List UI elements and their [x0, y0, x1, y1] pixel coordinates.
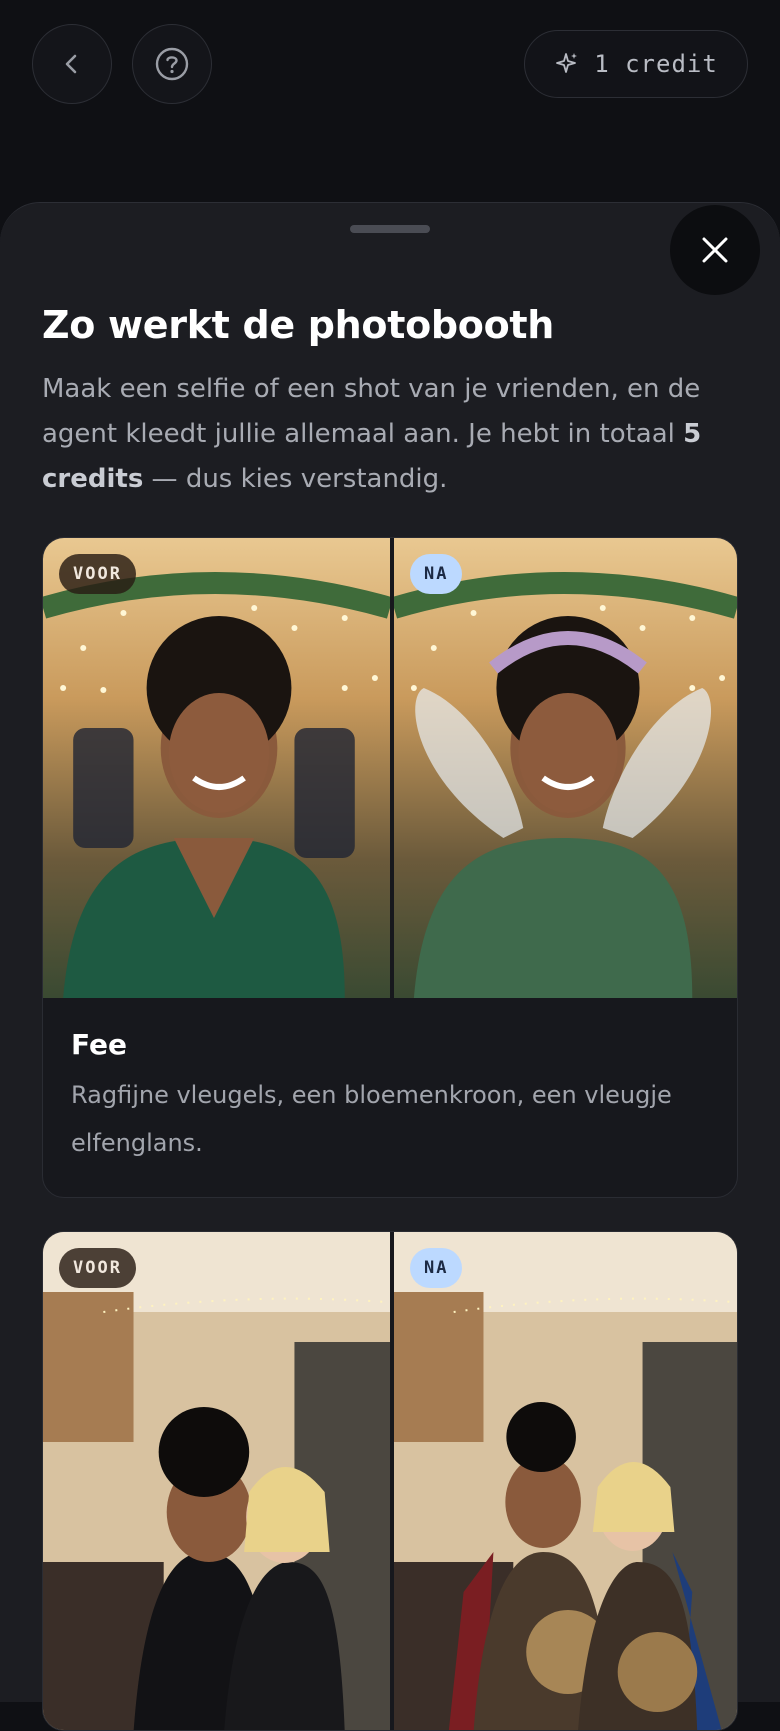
card-description: Ragfijne vleugels, een bloemenkroon, een… [71, 1081, 672, 1157]
credit-label: 1 credit [594, 50, 718, 78]
back-button[interactable] [32, 24, 112, 104]
after-photo: NA [390, 1232, 737, 1730]
after-badge: NA [410, 1248, 463, 1288]
after-photo: NA [390, 538, 737, 998]
before-badge: VOOR [59, 1248, 136, 1288]
example-card-2: VOOR NA [42, 1231, 738, 1731]
after-badge: NA [410, 554, 463, 594]
card-title: Fee [71, 1028, 127, 1061]
before-badge: VOOR [59, 554, 136, 594]
example-card-fee: VOOR NA Fee Ragfijne vleugels, een bloem… [42, 537, 738, 1198]
sheet-description: Maak een selfie of een shot van je vrien… [42, 367, 742, 502]
sparkle-icon [556, 53, 578, 73]
close-button[interactable] [670, 205, 760, 295]
info-sheet: Zo werkt de photobooth Maak een selfie o… [0, 202, 780, 1731]
sheet-title: Zo werkt de photobooth [42, 303, 555, 347]
before-after-photos: VOOR NA [43, 538, 737, 998]
before-photo: VOOR [43, 1232, 390, 1730]
question-circle-icon [155, 47, 189, 81]
top-bar: 1 credit [0, 0, 780, 200]
credit-counter[interactable]: 1 credit [524, 30, 748, 98]
description-tail: — dus kies verstandig. [143, 464, 448, 494]
chevron-left-icon [65, 54, 77, 74]
help-button[interactable] [132, 24, 212, 104]
card-body: Fee Ragfijne vleugels, een bloemenkroon,… [43, 998, 737, 1197]
description-text: Maak een selfie of een shot van je vrien… [42, 374, 701, 449]
before-after-photos: VOOR NA [43, 1232, 737, 1730]
drag-handle[interactable] [350, 225, 430, 233]
close-icon [702, 237, 728, 263]
before-photo: VOOR [43, 538, 390, 998]
